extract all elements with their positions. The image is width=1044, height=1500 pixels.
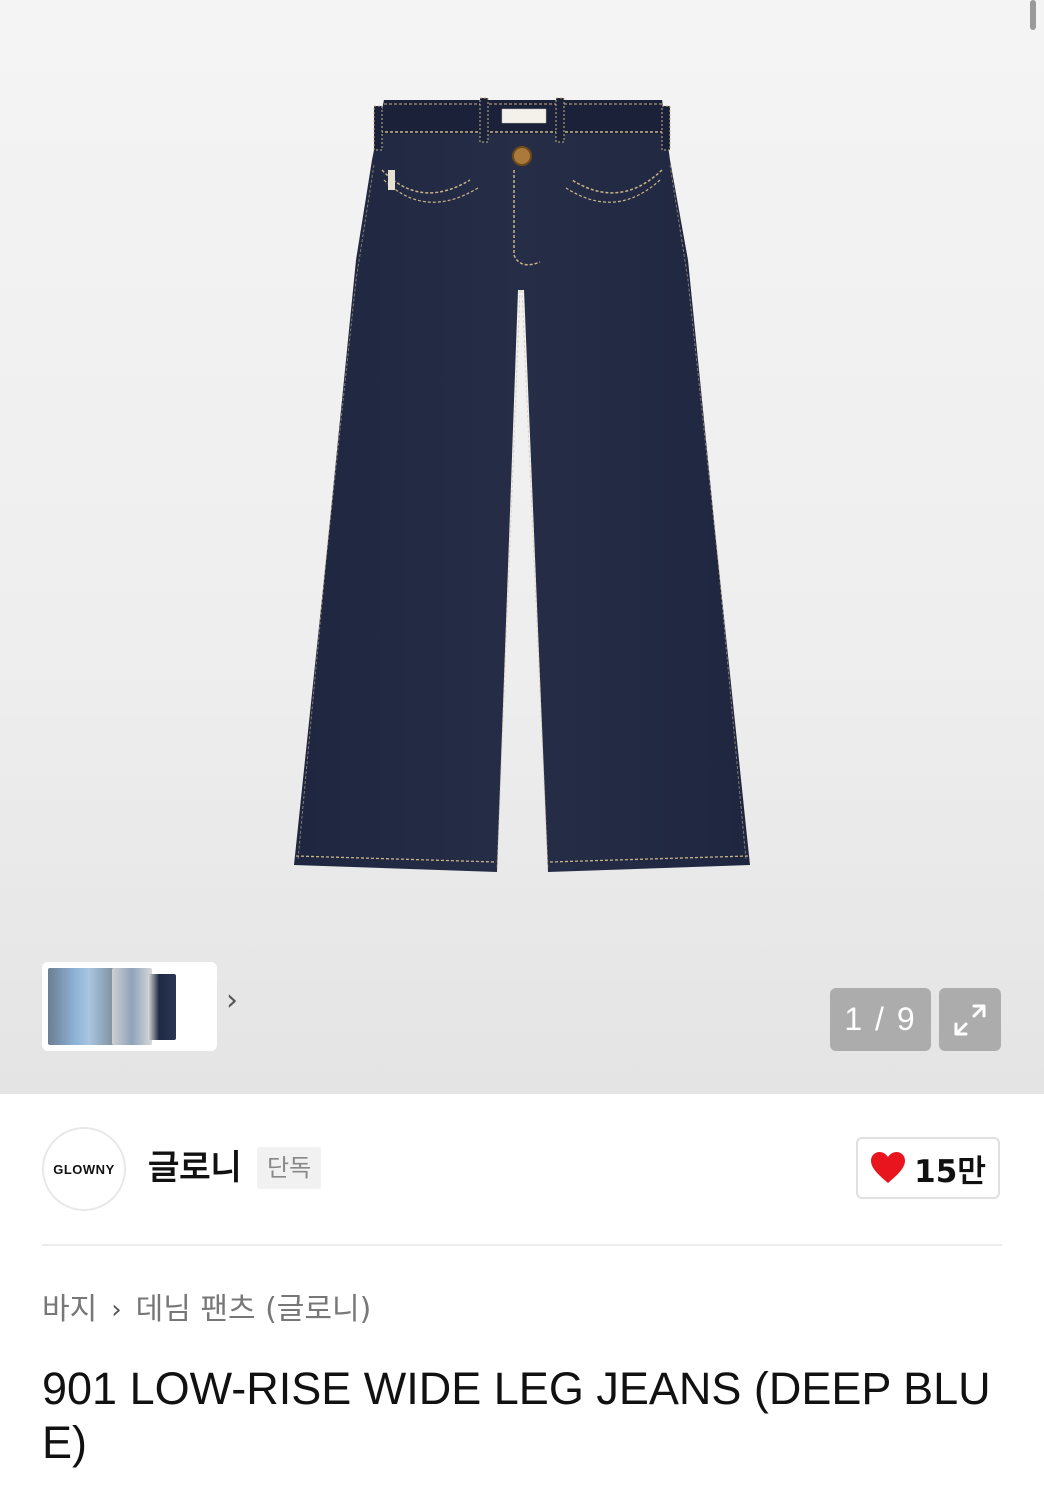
image-page-counter: 1 / 9 — [830, 988, 931, 1051]
product-image-gallery[interactable]: › 1 / 9 — [0, 0, 1044, 1094]
exclusive-badge: 단독 — [257, 1147, 322, 1189]
like-button[interactable]: 15만 — [856, 1137, 1000, 1199]
breadcrumb-item-subcategory[interactable]: 데님 팬츠 (글로니) — [136, 1288, 372, 1332]
chevron-right-icon: › — [111, 1295, 122, 1325]
like-count: 15만 — [914, 1153, 986, 1190]
thumbnail-strip[interactable]: › — [42, 962, 238, 1051]
product-image[interactable] — [0, 0, 1044, 1094]
breadcrumb-item-category[interactable]: 바지 — [42, 1288, 97, 1332]
expand-arrows-icon — [954, 1004, 986, 1035]
divider — [42, 1244, 1002, 1246]
brand-name[interactable]: 글로니 — [148, 1146, 242, 1190]
expand-button[interactable] — [939, 988, 1001, 1051]
breadcrumb: 바지 › 데님 팬츠 (글로니) — [42, 1288, 371, 1332]
chevron-right-icon[interactable]: › — [226, 986, 238, 1016]
thumbnail-image[interactable] — [48, 968, 116, 1045]
heart-icon — [871, 1152, 906, 1183]
thumbnail-image[interactable] — [112, 968, 152, 1045]
thumbnail-image[interactable] — [148, 974, 176, 1040]
product-title: 901 LOW-RISE WIDE LEG JEANS (DEEP BLUE) — [42, 1363, 991, 1468]
brand-logo[interactable]: GLOWNY — [42, 1127, 126, 1211]
